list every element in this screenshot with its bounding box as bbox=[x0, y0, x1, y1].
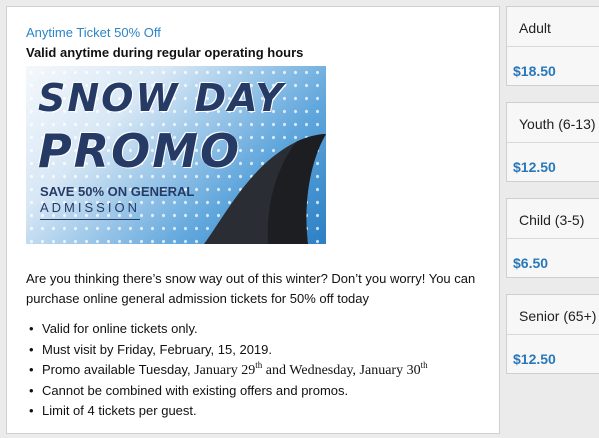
list-item: Limit of 4 tickets per guest. bbox=[26, 401, 428, 422]
list-item: Promo available Tuesday, January 29th an… bbox=[26, 360, 428, 381]
term-text-pre: Promo available Tuesday, bbox=[42, 362, 195, 377]
list-item: Valid for online tickets only. bbox=[26, 319, 428, 340]
term-text: Must visit by Friday, February, 15, 2019… bbox=[42, 341, 272, 357]
promo-date-1: January 29th and Wednesday, January 30th bbox=[194, 360, 428, 379]
offer-title[interactable]: Anytime Ticket 50% Off bbox=[26, 25, 161, 40]
ticket-price: $12.50 bbox=[513, 159, 556, 175]
ticket-option-child[interactable]: Child (3-5) $6.50 bbox=[506, 198, 599, 278]
term-text: Limit of 4 tickets per guest. bbox=[42, 403, 197, 418]
offer-description: Are you thinking there’s snow way out of… bbox=[26, 271, 476, 306]
ticket-option-senior[interactable]: Senior (65+) $12.50 bbox=[506, 294, 599, 374]
list-item: Must visit by Friday, February, 15, 2019… bbox=[26, 340, 428, 361]
offer-terms-list: Valid for online tickets only. Must visi… bbox=[26, 319, 428, 422]
promo-banner-image: SNOW DAY PROMO SAVE 50% ON GENERAL ADMIS… bbox=[26, 66, 326, 244]
ticket-label: Senior (65+) bbox=[507, 295, 599, 335]
ticket-label: Youth (6-13) bbox=[507, 103, 599, 143]
offer-card: Anytime Ticket 50% Off Valid anytime dur… bbox=[6, 6, 500, 434]
promo-headline-1: SNOW DAY bbox=[38, 76, 285, 120]
term-text: Cannot be combined with existing offers … bbox=[42, 382, 349, 398]
offer-subtitle: Valid anytime during regular operating h… bbox=[26, 45, 304, 60]
list-item: Cannot be combined with existing offers … bbox=[26, 381, 428, 402]
ticket-label: Child (3-5) bbox=[507, 199, 599, 239]
promo-save-text: SAVE 50% ON GENERAL bbox=[40, 184, 195, 199]
promo-headline-2: PROMO bbox=[38, 124, 242, 178]
ticket-price: $12.50 bbox=[513, 351, 556, 367]
ticket-price: $18.50 bbox=[513, 63, 556, 79]
ticket-option-adult[interactable]: Adult $18.50 bbox=[506, 6, 599, 86]
ticket-option-youth[interactable]: Youth (6-13) $12.50 bbox=[506, 102, 599, 182]
term-text: Valid for online tickets only. bbox=[42, 321, 198, 336]
ticket-price: $6.50 bbox=[513, 255, 549, 271]
promo-admission-text: ADMISSION bbox=[40, 200, 140, 220]
ticket-label: Adult bbox=[507, 7, 599, 47]
